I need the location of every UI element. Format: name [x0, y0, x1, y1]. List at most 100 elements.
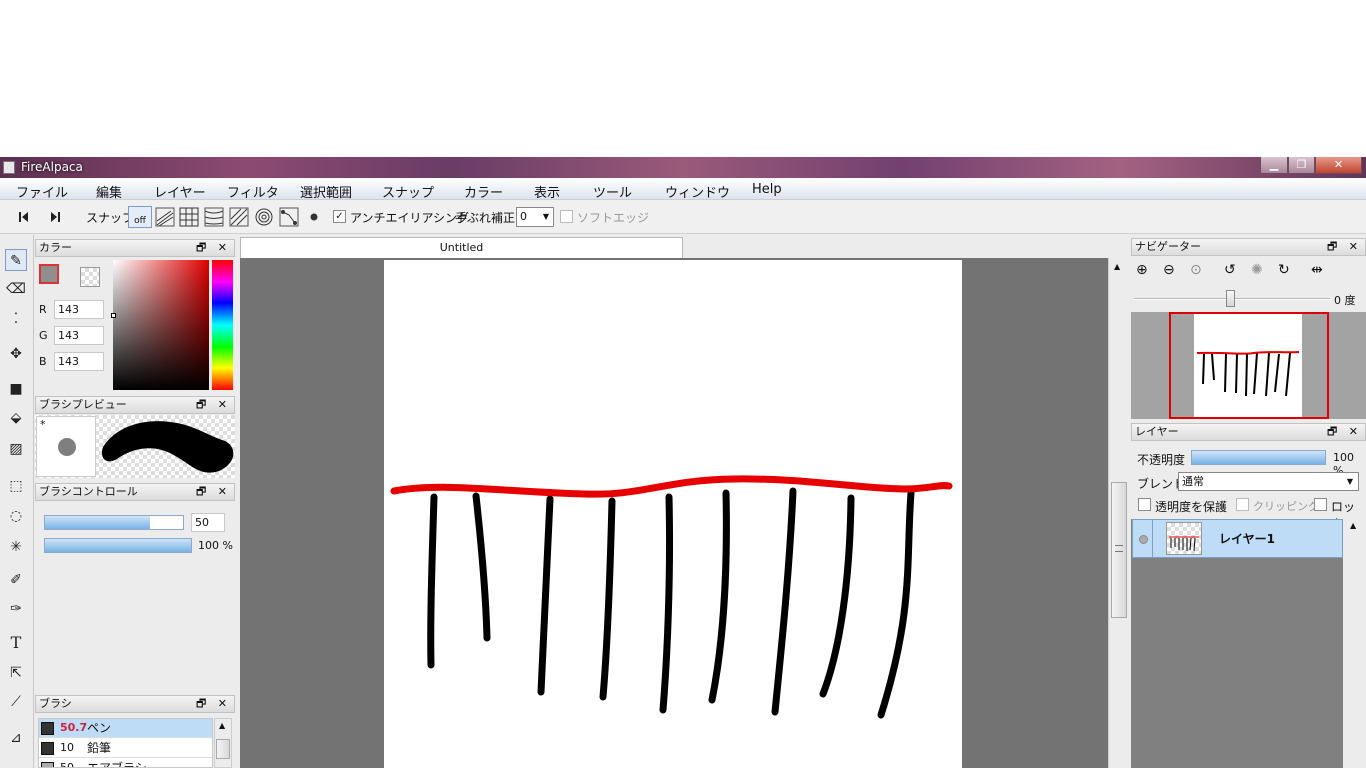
- menu-select[interactable]: 選択範囲: [300, 182, 352, 201]
- bucket-tool-icon[interactable]: ⬙: [5, 407, 27, 429]
- brush-list-scroll-thumb[interactable]: [216, 739, 230, 759]
- stabilizer-select[interactable]: 0 ▼: [516, 207, 554, 227]
- g-input[interactable]: 143: [54, 326, 104, 345]
- brush-item-pencil[interactable]: 10 鉛筆: [39, 739, 212, 758]
- panel-controls-icon[interactable]: 🗗 ✕: [196, 696, 231, 712]
- brush-size-input[interactable]: 50: [191, 513, 225, 532]
- snap-parallel-icon[interactable]: [155, 207, 175, 227]
- snap-concentric-icon[interactable]: [254, 207, 274, 227]
- panel-controls-icon[interactable]: 🗗 ✕: [196, 240, 231, 256]
- tab-untitled[interactable]: Untitled: [240, 237, 683, 258]
- antialias-checkbox[interactable]: ✓: [333, 210, 346, 223]
- saturation-value-picker[interactable]: [111, 260, 209, 390]
- minimize-button[interactable]: ▁: [1260, 157, 1288, 174]
- snap-off-icon[interactable]: off: [128, 206, 152, 228]
- fill-rect-tool-icon[interactable]: ■: [5, 378, 27, 400]
- brush-item-pen[interactable]: 50.7 ペン: [39, 719, 212, 738]
- title-bar: FireAlpaca ▁ ❐ ✕: [0, 157, 1366, 178]
- layer-row[interactable]: レイヤー1: [1132, 519, 1343, 558]
- brush-size-slider[interactable]: [44, 515, 184, 530]
- blend-select[interactable]: 通常 ▼: [1178, 472, 1359, 491]
- menu-view[interactable]: 表示: [534, 182, 560, 201]
- scroll-up-icon[interactable]: ▲: [1114, 262, 1120, 271]
- select-pen-tool-icon[interactable]: ✐: [5, 569, 27, 591]
- zoom-reset-icon[interactable]: ⊙: [1190, 262, 1210, 282]
- panel-controls-icon[interactable]: 🗗 ✕: [196, 484, 231, 500]
- canvas[interactable]: [384, 260, 962, 768]
- eyedropper-tool-icon[interactable]: ⊿: [5, 727, 27, 749]
- layers-scrollbar[interactable]: ▲: [1344, 519, 1366, 768]
- transparent-color-swatch[interactable]: [80, 267, 100, 287]
- rotate-left-icon[interactable]: ↺: [1224, 262, 1244, 282]
- snap-radial-icon[interactable]: [204, 207, 224, 227]
- rotation-slider-thumb[interactable]: [1226, 290, 1235, 307]
- next-icon[interactable]: [45, 207, 65, 227]
- menu-help[interactable]: Help: [752, 182, 782, 197]
- b-input[interactable]: 143: [54, 352, 104, 371]
- maximize-button[interactable]: ❐: [1288, 157, 1315, 174]
- navigator-view[interactable]: [1131, 312, 1366, 419]
- menu-window[interactable]: ウィンドウ: [665, 182, 730, 201]
- text-tool-icon[interactable]: T: [5, 632, 27, 654]
- rotate-right-icon[interactable]: ↻: [1278, 262, 1298, 282]
- navigator-title: ナビゲーター: [1135, 240, 1201, 253]
- dot-tool-icon[interactable]: ⁚: [5, 308, 27, 330]
- menu-layer[interactable]: レイヤー: [154, 182, 206, 201]
- panel-controls-icon[interactable]: 🗗 ✕: [1327, 239, 1362, 255]
- brush-list-scrollbar[interactable]: ▲: [214, 718, 232, 768]
- panel-controls-icon[interactable]: 🗗 ✕: [1327, 424, 1362, 440]
- rotate-reset-icon[interactable]: ✺: [1251, 262, 1271, 282]
- zoom-out-icon[interactable]: ⊖: [1163, 262, 1183, 282]
- snap-perspective-icon[interactable]: [229, 207, 249, 227]
- prev-icon[interactable]: [14, 207, 34, 227]
- color-picker-cursor[interactable]: [111, 313, 116, 318]
- brush-name: エアブラシ: [87, 761, 147, 768]
- brush-panel-title: ブラシ: [39, 697, 72, 710]
- move-tool-icon[interactable]: ✥: [5, 343, 27, 365]
- menu-filter[interactable]: フィルタ: [227, 182, 279, 201]
- operation-tool-icon[interactable]: ⇱: [5, 662, 27, 684]
- stroke-9: [877, 489, 915, 719]
- canvas-vertical-scrollbar[interactable]: ▲: [1108, 258, 1130, 768]
- lasso-tool-icon[interactable]: ◌: [5, 505, 27, 527]
- brush-item-airbrush[interactable]: 50 エアブラシ: [39, 759, 212, 768]
- zoom-in-icon[interactable]: ⊕: [1136, 262, 1156, 282]
- snap-label: スナップ: [86, 211, 135, 225]
- divide-tool-icon[interactable]: ⟋: [5, 691, 27, 713]
- layer-opacity-slider[interactable]: [1191, 450, 1326, 465]
- magic-wand-tool-icon[interactable]: ✳: [5, 536, 27, 558]
- pen-tool-icon[interactable]: ✎: [5, 249, 27, 271]
- canvas-workspace[interactable]: [240, 258, 1108, 768]
- layers-list: レイヤー1: [1131, 519, 1343, 768]
- brush-opacity-slider[interactable]: [44, 538, 192, 553]
- primary-color-swatch[interactable]: [39, 264, 59, 284]
- eraser-tool-icon[interactable]: ⌫: [5, 278, 27, 300]
- snap-dot-icon[interactable]: [304, 207, 324, 227]
- menu-tool[interactable]: ツール: [593, 182, 632, 201]
- brush-opacity-fill: [45, 539, 191, 552]
- panel-controls-icon[interactable]: 🗗 ✕: [196, 397, 231, 413]
- r-input[interactable]: 143: [54, 300, 104, 319]
- menu-color[interactable]: カラー: [464, 182, 503, 201]
- select-rect-tool-icon[interactable]: ⬚: [5, 475, 27, 497]
- protect-alpha-checkbox[interactable]: [1138, 498, 1151, 511]
- soft-edge-checkbox[interactable]: [560, 210, 573, 223]
- clipping-checkbox[interactable]: [1236, 498, 1249, 511]
- snap-curve-icon[interactable]: [279, 207, 299, 227]
- menu-edit[interactable]: 編集: [96, 182, 122, 201]
- gradient-tool-icon[interactable]: ▨: [5, 438, 27, 460]
- g-label: G: [39, 329, 48, 342]
- scroll-up-icon[interactable]: ▲: [1350, 521, 1356, 530]
- hue-slider[interactable]: [212, 260, 233, 390]
- right-panels: ナビゲーター 🗗 ✕ ⊕ ⊖ ⊙ ↺ ✺ ↻ ⇹ 0 度 レイヤー 🗗 ✕ 不透…: [1131, 235, 1366, 768]
- eye-icon[interactable]: [1139, 535, 1148, 544]
- select-eraser-tool-icon[interactable]: ✑: [5, 598, 27, 620]
- close-button[interactable]: ✕: [1315, 157, 1362, 174]
- menu-snap[interactable]: スナップ: [382, 182, 434, 201]
- snap-grid-icon[interactable]: [179, 207, 199, 227]
- lock-checkbox[interactable]: [1314, 498, 1327, 511]
- scroll-up-icon[interactable]: ▲: [219, 721, 225, 730]
- canvas-scroll-thumb[interactable]: [1111, 482, 1127, 618]
- menu-file[interactable]: ファイル: [16, 182, 68, 201]
- flip-icon[interactable]: ⇹: [1311, 262, 1331, 282]
